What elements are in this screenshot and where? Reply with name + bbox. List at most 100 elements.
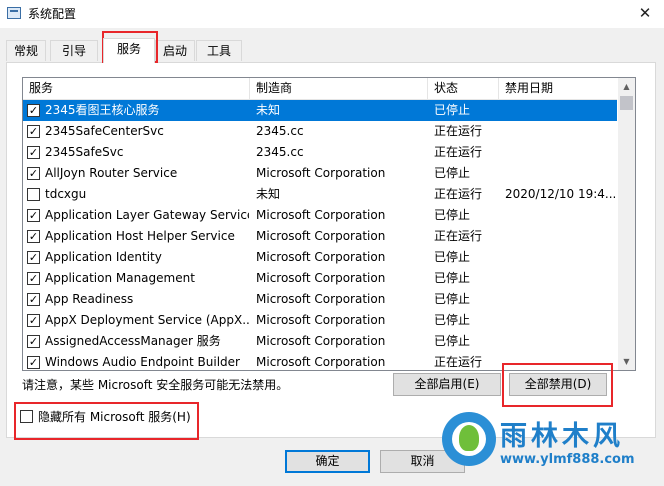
disable-date-cell <box>505 247 615 268</box>
tab-general[interactable]: 常规 <box>6 40 46 61</box>
status-cell: 已停止 <box>434 250 471 264</box>
service-name-cell: 2345SafeCenterSvc <box>45 124 164 138</box>
watermark-url: www.ylmf888.com <box>500 452 635 467</box>
manufacturer-cell: Microsoft Corporation <box>256 208 386 222</box>
manufacturer-cell: Microsoft Corporation <box>256 229 386 243</box>
service-name-cell: Application Identity <box>45 250 162 264</box>
row-checkbox[interactable]: ✓ <box>27 209 40 222</box>
status-cell: 已停止 <box>434 166 471 180</box>
service-name-cell: AssignedAccessManager 服务 <box>45 334 221 348</box>
disable-date-cell <box>505 205 615 226</box>
status-cell: 已停止 <box>434 103 471 117</box>
service-name-cell: AllJoyn Router Service <box>45 166 178 180</box>
manufacturer-cell: Microsoft Corporation <box>256 355 386 369</box>
scroll-thumb[interactable] <box>620 96 633 110</box>
disable-date-cell <box>505 163 615 184</box>
services-list[interactable]: 服务 制造商 状态 禁用日期 ✓ 2345看图王核心服务 未知 已停止 ✓ 2345Saf… <box>22 77 636 371</box>
window-title: 系统配置 <box>28 7 77 21</box>
ylmf-logo-icon <box>442 412 496 466</box>
service-name-cell: Application Host Helper Service <box>45 229 235 243</box>
service-name-cell: App Readiness <box>45 292 134 306</box>
tab-services[interactable]: 服务 <box>103 38 155 63</box>
security-note: 请注意，某些 Microsoft 安全服务可能无法禁用。 <box>22 378 289 392</box>
status-cell: 已停止 <box>434 271 471 285</box>
scroll-down-icon[interactable]: ▼ <box>618 353 635 370</box>
service-name-cell: Application Management <box>45 271 195 285</box>
table-row[interactable]: ✓ 2345看图王核心服务 未知 已停止 <box>23 100 617 121</box>
column-header-service[interactable]: 服务 <box>23 78 250 99</box>
table-row[interactable]: ✓ Application Identity Microsoft Corporati… <box>23 247 617 268</box>
status-cell: 已停止 <box>434 208 471 222</box>
table-row[interactable]: ✓ Application Host Helper Service Microsof… <box>23 226 617 247</box>
row-checkbox[interactable]: ✓ <box>27 167 40 180</box>
row-checkbox[interactable]: ✓ <box>27 356 40 369</box>
manufacturer-cell: Microsoft Corporation <box>256 313 386 327</box>
status-cell: 已停止 <box>434 292 471 306</box>
status-cell: 正在运行 <box>434 145 483 159</box>
column-header-status[interactable]: 状态 <box>428 78 499 99</box>
row-checkbox[interactable]: ✓ <box>27 146 40 159</box>
row-checkbox[interactable]: ✓ <box>27 230 40 243</box>
disable-date-cell <box>505 289 615 310</box>
manufacturer-cell: Microsoft Corporation <box>256 292 386 306</box>
row-checkbox[interactable]: ✓ <box>27 335 40 348</box>
status-cell: 正在运行 <box>434 187 483 201</box>
service-name-cell: AppX Deployment Service (AppX... <box>45 313 249 327</box>
manufacturer-cell: 2345.cc <box>256 145 304 159</box>
table-row[interactable]: ✓ AssignedAccessManager 服务 Microsoft Corpo… <box>23 331 617 352</box>
tab-strip: 常规 引导 服务 启动 工具 <box>0 38 664 63</box>
manufacturer-cell: Microsoft Corporation <box>256 271 386 285</box>
title-bar: 系统配置 ✕ <box>0 0 664 28</box>
disable-date-cell <box>505 310 615 331</box>
enable-all-button[interactable]: 全部启用(E) <box>393 373 501 396</box>
row-checkbox[interactable]: ✓ <box>27 251 40 264</box>
row-checkbox[interactable] <box>27 188 40 201</box>
column-header-manufacturer[interactable]: 制造商 <box>250 78 428 99</box>
table-row[interactable]: ✓ 2345SafeCenterSvc 2345.cc 正在运行 <box>23 121 617 142</box>
service-name-cell: Application Layer Gateway Service <box>45 208 249 222</box>
disable-date-cell <box>505 100 615 121</box>
disable-date-cell <box>505 268 615 289</box>
status-cell: 正在运行 <box>434 229 483 243</box>
table-row[interactable]: ✓ AppX Deployment Service (AppX... Microso… <box>23 310 617 331</box>
manufacturer-cell: 未知 <box>256 103 281 117</box>
list-header: 服务 制造商 状态 禁用日期 <box>23 78 617 100</box>
tab-startup[interactable]: 启动 <box>155 40 195 61</box>
row-checkbox[interactable]: ✓ <box>27 104 40 117</box>
table-row[interactable]: ✓ Application Management Microsoft Corpora… <box>23 268 617 289</box>
close-icon[interactable]: ✕ <box>632 1 658 25</box>
row-checkbox[interactable]: ✓ <box>27 314 40 327</box>
row-checkbox[interactable]: ✓ <box>27 272 40 285</box>
ok-button[interactable]: 确定 <box>285 450 370 473</box>
table-row[interactable]: tdcxgu 未知 正在运行 2020/12/10 19:4... <box>23 184 617 205</box>
column-header-disable-date[interactable]: 禁用日期 <box>499 78 617 99</box>
status-cell: 已停止 <box>434 334 471 348</box>
manufacturer-cell: Microsoft Corporation <box>256 334 386 348</box>
status-cell: 正在运行 <box>434 124 483 138</box>
service-name-cell: Windows Audio Endpoint Builder <box>45 355 240 369</box>
tab-tools[interactable]: 工具 <box>196 40 242 61</box>
table-row[interactable]: ✓ Application Layer Gateway Service Micros… <box>23 205 617 226</box>
watermark-logo: 雨林木风 www.ylmf888.com <box>442 408 660 482</box>
row-checkbox[interactable]: ✓ <box>27 293 40 306</box>
table-row[interactable]: ✓ AllJoyn Router Service Microsoft Corpora… <box>23 163 617 184</box>
manufacturer-cell: Microsoft Corporation <box>256 250 386 264</box>
highlight-box-disable-all <box>502 363 613 407</box>
disable-date-cell <box>505 142 615 163</box>
status-cell: 正在运行 <box>434 355 483 369</box>
status-cell: 已停止 <box>434 313 471 327</box>
table-row[interactable]: ✓ 2345SafeSvc 2345.cc 正在运行 <box>23 142 617 163</box>
watermark-name: 雨林木风 <box>500 421 624 452</box>
disable-date-cell <box>505 331 615 352</box>
vertical-scrollbar[interactable]: ▲ ▼ <box>618 78 635 370</box>
highlight-box-hide-ms <box>14 402 199 440</box>
scroll-up-icon[interactable]: ▲ <box>618 78 635 95</box>
table-row[interactable]: ✓ App Readiness Microsoft Corporation 已停止 <box>23 289 617 310</box>
msconfig-icon <box>7 7 21 19</box>
row-checkbox[interactable]: ✓ <box>27 125 40 138</box>
tab-boot[interactable]: 引导 <box>50 40 98 61</box>
disable-date-cell <box>505 226 615 247</box>
service-name-cell: 2345看图王核心服务 <box>45 103 160 117</box>
service-name-cell: 2345SafeSvc <box>45 145 124 159</box>
manufacturer-cell: Microsoft Corporation <box>256 166 386 180</box>
